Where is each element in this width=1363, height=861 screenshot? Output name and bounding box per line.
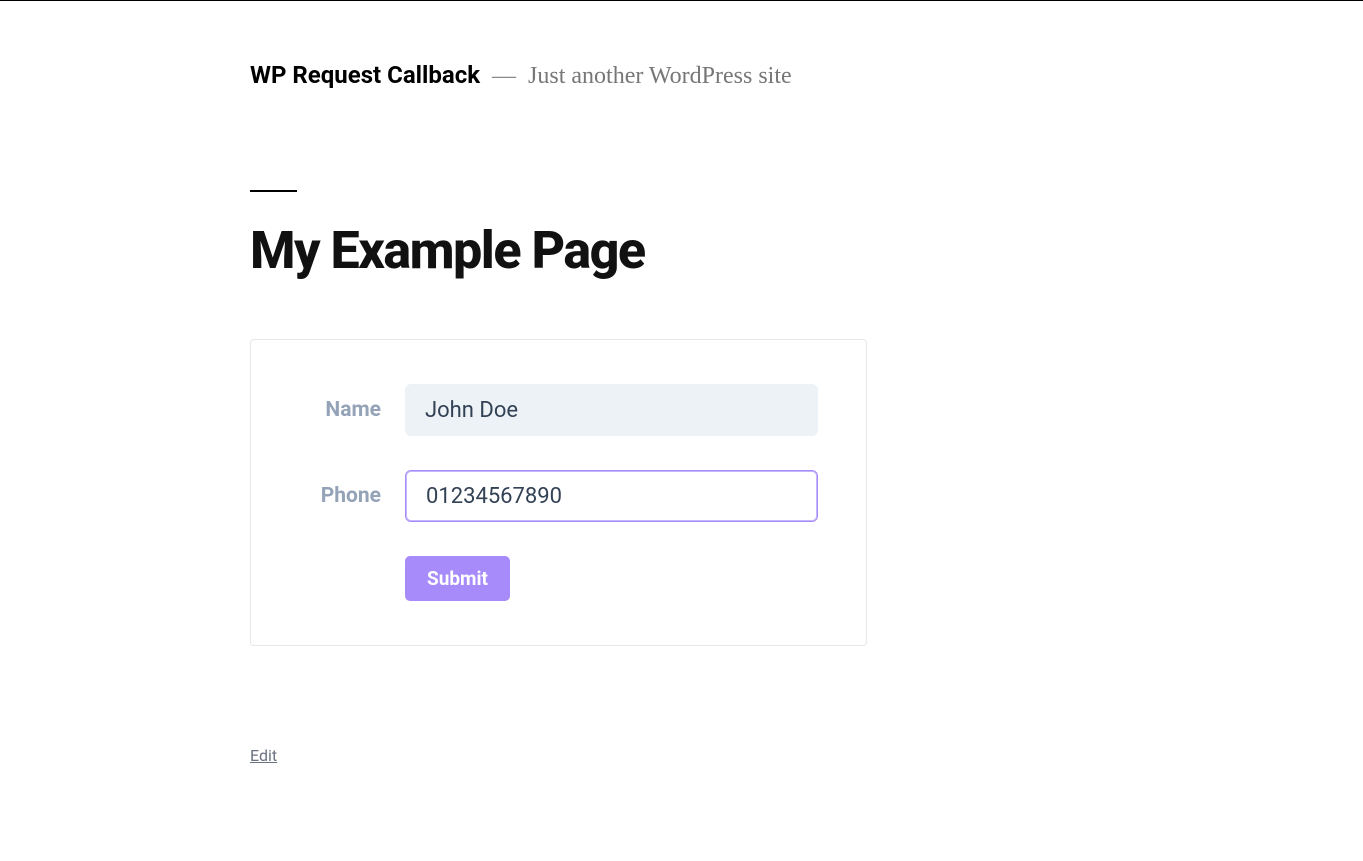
site-tagline: Just another WordPress site <box>528 63 792 90</box>
submit-button[interactable]: Submit <box>405 556 510 601</box>
phone-input[interactable] <box>405 470 818 522</box>
edit-link[interactable]: Edit <box>250 746 277 765</box>
name-input[interactable] <box>405 384 818 436</box>
name-label: Name <box>299 398 405 422</box>
name-row: Name <box>299 384 818 436</box>
title-rule <box>250 190 297 192</box>
phone-label: Phone <box>299 484 405 508</box>
callback-form-card: Name Phone Submit <box>250 339 867 646</box>
site-title[interactable]: WP Request Callback <box>250 61 480 89</box>
page-title: My Example Page <box>250 220 1080 281</box>
phone-row: Phone <box>299 470 818 522</box>
submit-row: Submit <box>299 556 818 601</box>
site-header: WP Request Callback — Just another WordP… <box>250 61 1080 90</box>
title-separator: — <box>492 63 516 90</box>
